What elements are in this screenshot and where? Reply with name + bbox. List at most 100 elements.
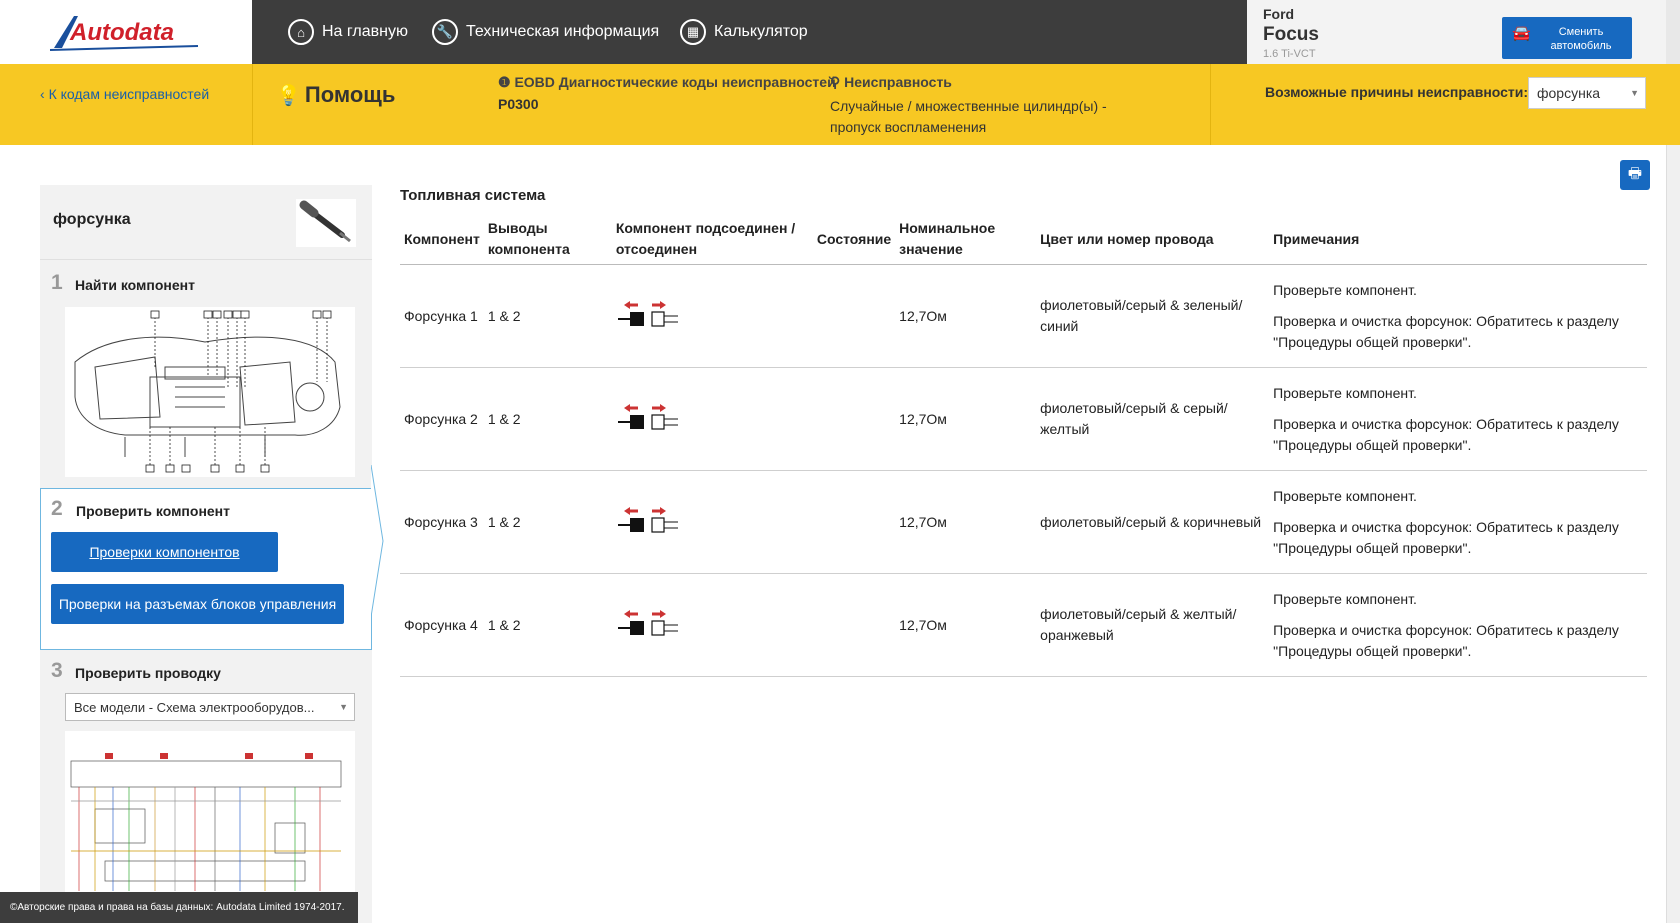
pins-cell: 1 & 2 — [483, 264, 612, 368]
disconnected-connector-icon — [616, 607, 680, 643]
printer-icon: 🖶 — [1627, 164, 1643, 182]
fault-heading: ⚲ Неисправность — [830, 74, 952, 90]
pins-cell: 1 & 2 — [483, 573, 612, 677]
state-cell — [812, 470, 896, 574]
notes-cell: Проверьте компонент. Проверка и очистка ф… — [1269, 264, 1647, 368]
step-2-panel: 2 Проверить компонент Проверки компонент… — [40, 488, 372, 650]
note-check: Проверьте компонент. — [1273, 281, 1417, 298]
ecu-connector-checks-button[interactable]: Проверки на разъемах блоков управления — [51, 584, 344, 624]
subheader-bar: ‹ К кодам неисправностей 💡 Помощь ❶ EOBD … — [0, 64, 1680, 145]
note-procedure: Проверка и очистка форсунок: Обратитесь … — [1273, 518, 1619, 556]
component-cell: Форсунка 3 — [400, 470, 484, 574]
divider — [252, 64, 253, 145]
note-check: Проверьте компонент. — [1273, 590, 1417, 607]
state-cell — [812, 573, 896, 677]
wiring-diagram-select[interactable]: Все модели - Схема электрооборудов... ▼ — [65, 693, 355, 721]
vehicle-engine: 1.6 Ti-VCT — [1263, 48, 1316, 60]
column-header: Компонент подсоединен / отсоединен — [611, 214, 813, 265]
nav-home[interactable]: ⌂ На главную — [288, 0, 408, 64]
component-panel: форсунка 1 Найти компонент 2 Проверить к… — [40, 185, 372, 923]
state-cell — [812, 367, 896, 471]
note-check: Проверьте компонент. — [1273, 487, 1417, 504]
help-button[interactable]: 💡 Помощь — [276, 82, 395, 108]
wiring-diagram-thumbnail[interactable] — [65, 731, 355, 901]
column-header: Компонент — [400, 214, 484, 265]
note-procedure: Проверка и очистка форсунок: Обратитесь … — [1273, 415, 1619, 453]
scrollbar-top — [1666, 0, 1680, 64]
component-checks-button[interactable]: Проверки компонентов — [51, 532, 278, 572]
state-cell — [812, 264, 896, 368]
step-3-title: Проверить проводку — [75, 665, 221, 681]
notes-cell: Проверьте компонент. Проверка и очистка ф… — [1269, 470, 1647, 574]
connection-cell — [611, 264, 813, 368]
search-icon: ⚲ — [830, 74, 841, 90]
chevron-left-icon: ‹ — [40, 86, 45, 102]
value-cell: 12,7Ом — [895, 573, 1037, 677]
pins-cell: 1 & 2 — [483, 367, 612, 471]
print-button[interactable]: 🖶 — [1620, 160, 1650, 190]
wiring-diagram-image — [70, 753, 342, 891]
fault-description: Случайные / множественные цилиндр(ы) - п… — [830, 98, 1107, 135]
eobd-heading: ❶ EOBD Диагностические коды неисправност… — [498, 74, 836, 90]
engine-bay-image — [74, 310, 341, 473]
home-icon: ⌂ — [288, 19, 314, 45]
change-vehicle-button[interactable]: 🚘 Сменить автомобиль — [1502, 17, 1632, 59]
component-header: форсунка — [40, 185, 372, 259]
column-header: Примечания — [1269, 214, 1647, 265]
engine-bay-diagram[interactable] — [65, 307, 355, 477]
wire-color-cell: фиолетовый/серый & коричневый — [1036, 470, 1270, 574]
table-row: Форсунка 3 1 & 2 12,7Ом фиолетовый/серый… — [400, 470, 1647, 574]
step-2-title: Проверить компонент — [76, 503, 230, 519]
component-name: форсунка — [53, 211, 131, 228]
wire-color-cell: фиолетовый/серый & зеленый/синий — [1036, 264, 1270, 368]
column-header: Цвет или номер провода — [1036, 214, 1270, 265]
possible-causes-label: Возможные причины неисправности: — [1265, 84, 1529, 100]
wrench-icon: 🔧 — [432, 19, 458, 45]
step-2-pointer — [371, 465, 384, 617]
wire-color-cell: фиолетовый/серый & желтый/оранжевый — [1036, 573, 1270, 677]
info-icon: ❶ — [498, 74, 511, 90]
divider — [40, 259, 372, 260]
notes-cell: Проверьте компонент. Проверка и очистка ф… — [1269, 573, 1647, 677]
note-procedure: Проверка и очистка форсунок: Обратитесь … — [1273, 621, 1619, 659]
back-to-codes-link[interactable]: ‹ К кодам неисправностей — [40, 86, 209, 102]
nav-technical-info[interactable]: 🔧 Техническая информация — [432, 0, 659, 64]
vehicle-info: Ford Focus 1.6 Ti-VCT 🚘 Сменить автомоби… — [1247, 0, 1680, 64]
step-3-number: 3 — [51, 659, 63, 682]
top-bar: Autodata ⌂ На главную 🔧 Техническая инфо… — [0, 0, 1680, 64]
divider — [1210, 64, 1211, 145]
pins-cell: 1 & 2 — [483, 470, 612, 574]
disconnected-connector-icon — [616, 298, 680, 334]
possible-causes-select[interactable]: форсунка ▼ — [1528, 77, 1646, 109]
note-procedure: Проверка и очистка форсунок: Обратитесь … — [1273, 312, 1619, 350]
value-cell: 12,7Ом — [895, 470, 1037, 574]
disconnected-connector-icon — [616, 401, 680, 437]
step-1-number: 1 — [51, 271, 63, 294]
nav-calculator[interactable]: ▦ Калькулятор — [680, 0, 808, 64]
component-cell: Форсунка 1 — [400, 264, 484, 368]
component-cell: Форсунка 4 — [400, 573, 484, 677]
section-title: Топливная система — [400, 187, 546, 204]
table-row: Форсунка 2 1 & 2 12,7Ом фиолетовый/серый… — [400, 367, 1647, 471]
notes-cell: Проверьте компонент. Проверка и очистка ф… — [1269, 367, 1647, 471]
autodata-logo[interactable]: Autodata — [0, 0, 252, 64]
chevron-down-icon: ▼ — [339, 702, 348, 712]
car-icon: 🚘 — [1512, 25, 1531, 42]
component-cell: Форсунка 2 — [400, 367, 484, 471]
chevron-down-icon: ▼ — [1630, 88, 1639, 98]
step-1-title: Найти компонент — [75, 277, 195, 293]
disconnected-connector-icon — [616, 504, 680, 540]
step-2-number: 2 — [51, 497, 63, 520]
column-header: Выводы компонента — [483, 214, 612, 265]
column-header: Номинальное значение — [895, 214, 1037, 265]
table-header-row: Компонент Выводы компонента Компонент по… — [400, 214, 1647, 265]
page-scrollbar[interactable] — [1666, 145, 1680, 923]
copyright-footer: ©Авторские права и права на базы данных:… — [0, 892, 358, 923]
table-row: Форсунка 4 1 & 2 12,7Ом фиолетовый/серый… — [400, 573, 1647, 677]
connection-cell — [611, 573, 813, 677]
injector-thumbnail — [296, 199, 356, 247]
column-header: Состояние — [812, 214, 896, 265]
connection-cell — [611, 367, 813, 471]
wire-color-cell: фиолетовый/серый & серый/желтый — [1036, 367, 1270, 471]
connection-cell — [611, 470, 813, 574]
